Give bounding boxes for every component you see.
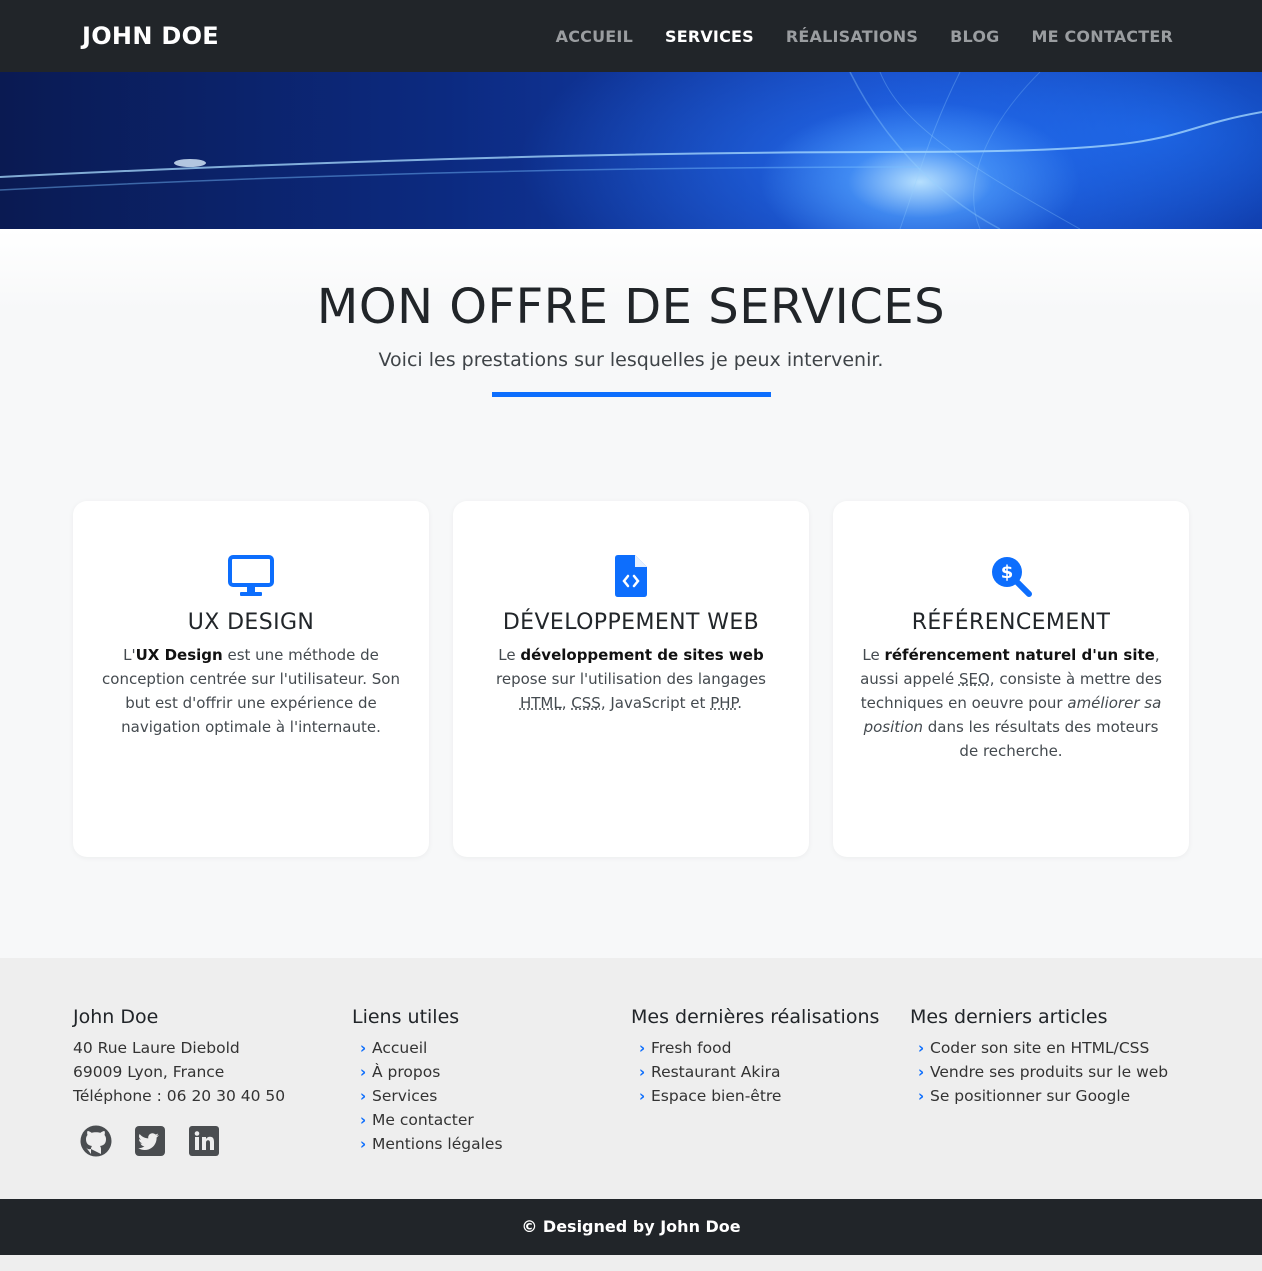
navbar: JOHN DOE ACCUEIL SERVICES RÉALISATIONS B… bbox=[0, 0, 1262, 72]
footer-article-item[interactable]: › Coder son site en HTML/CSS bbox=[910, 1036, 1189, 1060]
address-line-2: 69009 Lyon, France bbox=[73, 1063, 225, 1081]
footer-link-mentions[interactable]: › Mentions légales bbox=[352, 1132, 631, 1156]
brand-logo[interactable]: JOHN DOE bbox=[82, 22, 219, 50]
card-text: Le référencement naturel d'un site, auss… bbox=[860, 646, 1162, 760]
footer-links-title: Liens utiles bbox=[352, 1006, 460, 1028]
footer-work-item[interactable]: › Fresh food bbox=[631, 1036, 910, 1060]
footer-articles-list: › Coder son site en HTML/CSS › Vendre ses … bbox=[910, 1036, 1189, 1108]
chevron-right-icon: › bbox=[639, 1063, 646, 1081]
title-underline bbox=[491, 392, 771, 397]
section-title: MON OFFRE DE SERVICES bbox=[316, 279, 946, 335]
svg-text:$: $ bbox=[1001, 562, 1014, 583]
search-dollar-icon: $ bbox=[853, 555, 1169, 597]
copyright-text: © Designed by John Doe bbox=[521, 1217, 741, 1236]
footer-article-item[interactable]: › Se positionner sur Google bbox=[910, 1084, 1189, 1108]
section-subtitle: Voici les prestations sur lesquelles je … bbox=[378, 349, 884, 371]
footer-work-item[interactable]: › Restaurant Akira bbox=[631, 1060, 910, 1084]
github-icon[interactable] bbox=[79, 1124, 113, 1158]
nav-item-accueil[interactable]: ACCUEIL bbox=[556, 27, 633, 46]
service-card-seo: $ RÉFÉRENCEMENT Le référencement naturel… bbox=[833, 501, 1189, 857]
footer-work-item[interactable]: › Espace bien-être bbox=[631, 1084, 910, 1108]
nav-item-services[interactable]: SERVICES bbox=[665, 27, 754, 46]
hero-banner bbox=[0, 72, 1262, 229]
card-title: DÉVELOPPEMENT WEB bbox=[502, 610, 760, 635]
footer-contact: John Doe 40 Rue Laure Diebold 69009 Lyon… bbox=[73, 1006, 352, 1199]
footer-links-list: › Accueil › À propos › Services › Me contact… bbox=[352, 1036, 631, 1156]
chevron-right-icon: › bbox=[918, 1039, 925, 1057]
footer-article-item[interactable]: › Vendre ses produits sur le web bbox=[910, 1060, 1189, 1084]
footer-works-title: Mes dernières réalisations bbox=[631, 1006, 880, 1028]
main-nav: ACCUEIL SERVICES RÉALISATIONS BLOG ME CO… bbox=[556, 27, 1173, 46]
footer-links: Liens utiles › Accueil › À propos › Service… bbox=[352, 1006, 631, 1199]
nav-item-contact[interactable]: ME CONTACTER bbox=[1031, 27, 1173, 46]
footer-link-apropos[interactable]: › À propos bbox=[352, 1060, 631, 1084]
chevron-right-icon: › bbox=[639, 1087, 646, 1105]
footer-link-services[interactable]: › Services bbox=[352, 1084, 631, 1108]
card-title: UX DESIGN bbox=[187, 610, 315, 635]
footer-articles-title: Mes derniers articles bbox=[910, 1006, 1108, 1028]
chevron-right-icon: › bbox=[360, 1135, 367, 1153]
chevron-right-icon: › bbox=[918, 1087, 925, 1105]
desktop-icon bbox=[93, 555, 409, 597]
service-card-ux: UX DESIGN L'UX Design est une méthode de… bbox=[73, 501, 429, 857]
twitter-icon[interactable] bbox=[133, 1124, 167, 1158]
chevron-right-icon: › bbox=[639, 1039, 646, 1057]
footer-link-contact[interactable]: › Me contacter bbox=[352, 1108, 631, 1132]
card-title: RÉFÉRENCEMENT bbox=[911, 610, 1111, 635]
footer-link-accueil[interactable]: › Accueil bbox=[352, 1036, 631, 1060]
nav-item-realisations[interactable]: RÉALISATIONS bbox=[786, 27, 918, 46]
footer: John Doe 40 Rue Laure Diebold 69009 Lyon… bbox=[0, 958, 1262, 1199]
footer-articles: Mes derniers articles › Coder son site en… bbox=[910, 1006, 1189, 1199]
footer-contact-title: John Doe bbox=[73, 1006, 159, 1028]
copyright-bar: © Designed by John Doe bbox=[0, 1199, 1262, 1255]
social-links bbox=[73, 1124, 352, 1158]
footer-works: Mes dernières réalisations › Fresh food ›… bbox=[631, 1006, 910, 1199]
card-text: Le développement de sites web repose sur… bbox=[496, 646, 766, 712]
file-code-icon bbox=[473, 555, 789, 597]
service-cards: UX DESIGN L'UX Design est une méthode de… bbox=[0, 501, 1262, 857]
linkedin-icon[interactable] bbox=[187, 1124, 221, 1158]
footer-works-list: › Fresh food › Restaurant Akira › Espace bi… bbox=[631, 1036, 910, 1108]
address-line-1: 40 Rue Laure Diebold bbox=[73, 1039, 240, 1057]
phone-line: Téléphone : 06 20 30 40 50 bbox=[73, 1087, 286, 1105]
chevron-right-icon: › bbox=[360, 1063, 367, 1081]
hero-light-streaks bbox=[0, 72, 1262, 229]
nav-item-blog[interactable]: BLOG bbox=[950, 27, 999, 46]
card-text: L'UX Design est une méthode de conceptio… bbox=[102, 646, 400, 736]
chevron-right-icon: › bbox=[918, 1063, 925, 1081]
services-section: MON OFFRE DE SERVICES Voici les prestati… bbox=[0, 229, 1262, 958]
chevron-right-icon: › bbox=[360, 1087, 367, 1105]
service-card-web: DÉVELOPPEMENT WEB Le développement de si… bbox=[453, 501, 809, 857]
chevron-right-icon: › bbox=[360, 1111, 367, 1129]
chevron-right-icon: › bbox=[360, 1039, 367, 1057]
